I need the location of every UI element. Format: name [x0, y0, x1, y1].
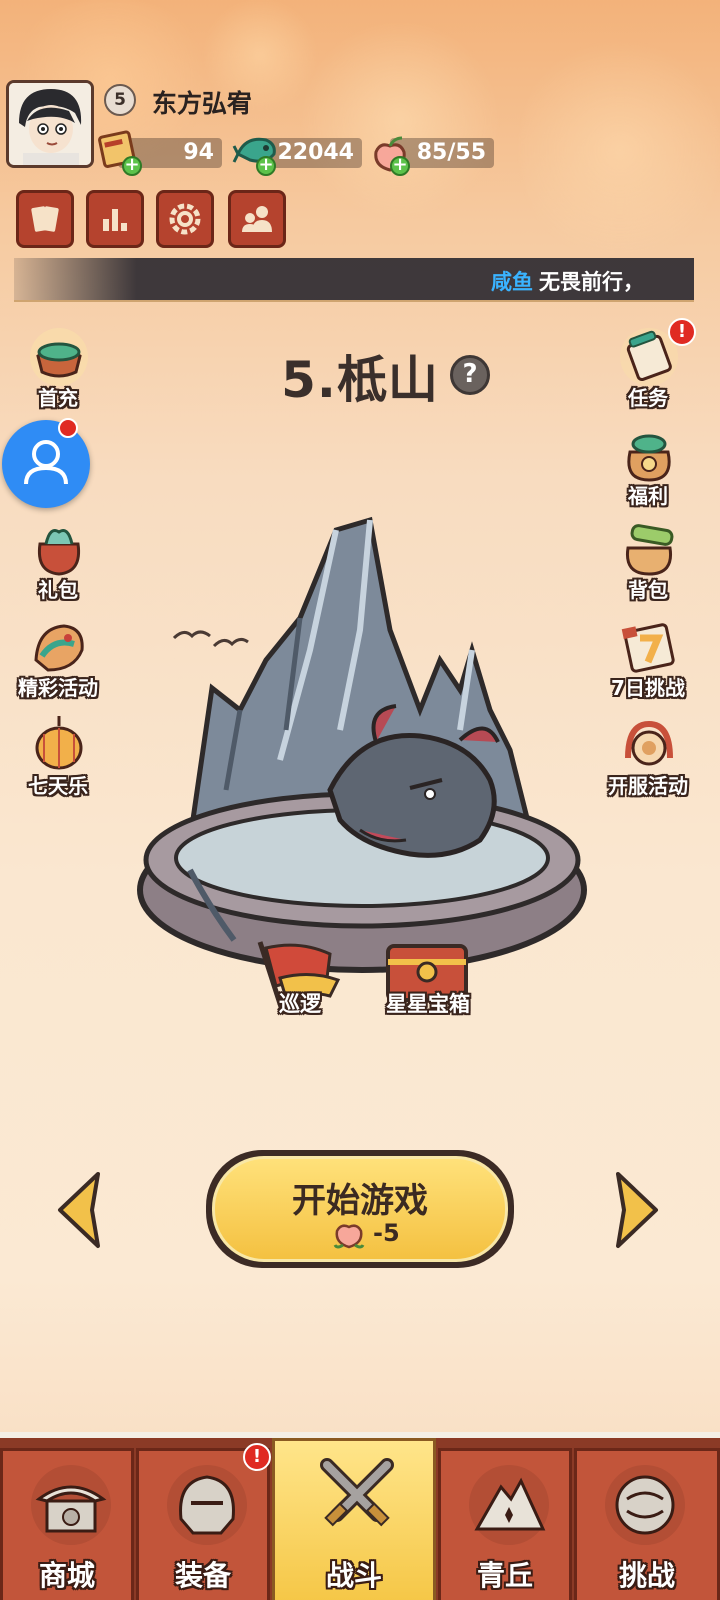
announcement-marquee: 咸鱼 无畏前行， [14, 258, 694, 302]
ranking-icon [103, 209, 127, 231]
tab-challenge[interactable]: 挑战 [574, 1448, 720, 1600]
server-event-button[interactable]: 开服活动 [598, 714, 698, 804]
equip-alert-badge: ! [243, 1443, 271, 1471]
patrol-label[interactable]: 巡逻 [260, 988, 340, 1018]
marquee-highlight: 咸鱼 [491, 270, 533, 294]
events-label: 精彩活动 [18, 676, 98, 700]
gift-pack-button[interactable]: 礼包 [8, 518, 108, 608]
tab-qingqiu[interactable]: 青丘 [438, 1448, 572, 1600]
tab-equip-label: 装备 [174, 1559, 231, 1592]
tab-battle-label: 战斗 [325, 1559, 382, 1592]
tab-qingqiu-label: 青丘 [476, 1559, 533, 1592]
gong-icon [625, 720, 673, 766]
tasks-button[interactable]: ! 任务 [598, 318, 698, 416]
welfare-label: 福利 [628, 484, 668, 508]
tab-challenge-label: 挑战 [618, 1559, 675, 1592]
gift-pack-label: 礼包 [38, 578, 78, 602]
floating-user-button[interactable] [2, 418, 90, 508]
money-bag-icon [627, 434, 671, 482]
seven-day-challenge-label: 7日挑战 [611, 676, 685, 700]
add-scroll-button[interactable]: + [122, 156, 142, 176]
player-avatar[interactable] [6, 80, 94, 168]
add-coin-button[interactable]: + [256, 156, 276, 176]
chevron-left-icon [58, 1172, 100, 1248]
avatar-portrait-icon [9, 83, 91, 165]
mountain-peak-icon [469, 1465, 549, 1545]
cards-menu-button[interactable] [16, 190, 74, 248]
friends-menu-button[interactable] [228, 190, 286, 248]
tasks-alert-badge: ! [668, 318, 696, 346]
treasure-bowl-icon [30, 328, 88, 386]
gear-icon [169, 203, 201, 235]
help-icon[interactable]: ? [450, 355, 490, 395]
tab-shop-label: 商城 [38, 1559, 95, 1592]
helmet-icon [167, 1465, 247, 1545]
tasks-label: 任务 [628, 386, 668, 410]
lantern-icon [35, 716, 83, 770]
shop-pavilion-icon [31, 1465, 111, 1545]
seven-days-button[interactable]: 七天乐 [8, 714, 108, 804]
events-button[interactable]: 精彩活动 [8, 616, 108, 706]
ranking-menu-button[interactable] [86, 190, 144, 248]
peach-cost-icon [333, 1224, 365, 1249]
first-charge-label: 首充 [38, 386, 78, 410]
tab-battle[interactable]: 战斗 [272, 1438, 436, 1600]
first-charge-button[interactable]: 首充 [8, 326, 108, 416]
seven-day-challenge-button[interactable]: 7日挑战 [598, 616, 698, 706]
friends-icon [242, 206, 272, 232]
next-stage-button[interactable] [612, 1170, 662, 1250]
seven-days-label: 七天乐 [28, 774, 88, 798]
tab-shop[interactable]: 商城 [0, 1448, 134, 1600]
server-event-label: 开服活动 [608, 774, 688, 798]
start-cost: -5 [373, 1219, 400, 1247]
player-name: 东方弘宥 [152, 89, 253, 118]
stage-scene[interactable]: 巡逻 星星宝箱 [130, 510, 590, 1016]
welfare-button[interactable]: 福利 [598, 424, 698, 514]
settings-menu-button[interactable] [156, 190, 214, 248]
dragon-event-icon [34, 624, 84, 672]
challenge-scroll-icon [621, 623, 675, 673]
star-chest-label[interactable]: 星星宝箱 [366, 988, 490, 1018]
cards-icon [31, 206, 59, 232]
add-stamina-button[interactable]: + [390, 156, 410, 176]
gift-bag-icon [37, 529, 81, 576]
user-notification-dot [58, 418, 78, 438]
chevron-right-icon [616, 1172, 658, 1248]
crossed-swords-icon [320, 1458, 394, 1527]
backpack-icon [625, 524, 674, 576]
lantern-glow [300, 20, 500, 220]
user-icon [24, 440, 68, 485]
prev-stage-button[interactable] [54, 1170, 104, 1250]
bag-label: 背包 [628, 578, 668, 602]
bag-button[interactable]: 背包 [598, 518, 698, 608]
player-level-badge: 5 [104, 84, 136, 116]
lantern-glow [520, 30, 720, 270]
challenge-orb-icon [605, 1465, 685, 1545]
bottom-navigation: 商城 ! 装备 战斗 青丘 挑战 [0, 1432, 720, 1600]
tab-equip[interactable]: ! 装备 [136, 1443, 271, 1600]
mountain-bull-illustration [137, 516, 587, 1011]
marquee-text: 无畏前行， [539, 270, 644, 294]
start-game-button[interactable]: 开始游戏 -5 [206, 1150, 514, 1268]
